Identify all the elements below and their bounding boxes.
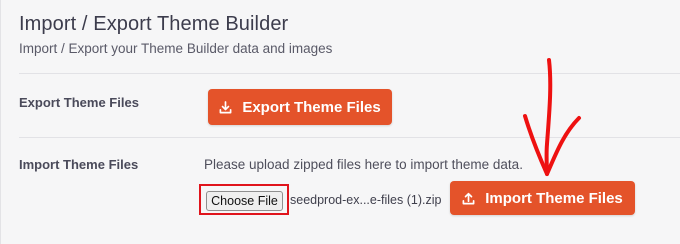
choose-file-button[interactable]: Choose File — [206, 191, 283, 211]
page-subtitle: Import / Export your Theme Builder data … — [19, 41, 333, 56]
import-button-label: Import Theme Files — [485, 189, 623, 207]
import-row-label: Import Theme Files — [19, 157, 139, 172]
export-button-label: Export Theme Files — [242, 98, 381, 116]
export-row-label: Export Theme Files — [19, 95, 139, 110]
hand-drawn-down-arrow-icon — [523, 58, 581, 176]
import-theme-files-button[interactable]: Import Theme Files — [450, 181, 635, 215]
upload-icon — [462, 192, 475, 205]
import-hint-text: Please upload zipped files here to impor… — [204, 157, 523, 172]
page-title: Import / Export Theme Builder — [19, 13, 289, 35]
selected-file-name: seedprod-ex...e-files (1).zip — [290, 193, 442, 207]
download-icon — [219, 100, 232, 114]
export-theme-files-button[interactable]: Export Theme Files — [208, 89, 392, 125]
